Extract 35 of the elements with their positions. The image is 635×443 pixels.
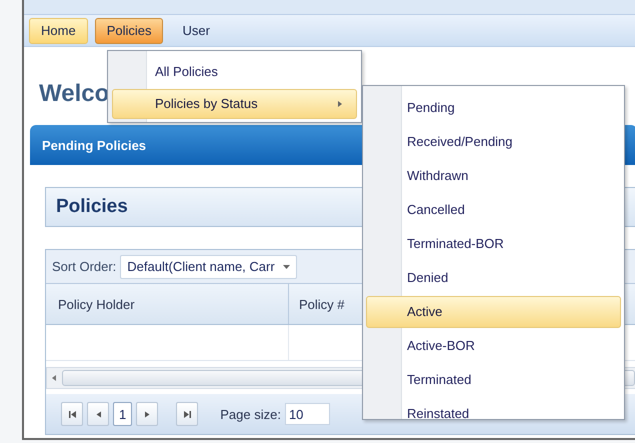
section-title: Policies [56,196,128,218]
last-page-icon [184,410,191,418]
page-size-dropdown[interactable]: 10 [284,403,330,425]
panel-title: Pending Policies [42,138,146,152]
pager-button[interactable] [136,402,158,426]
scroll-left-icon[interactable] [52,374,56,380]
menu-item[interactable]: Terminated [366,364,621,396]
menu-tab[interactable]: Policies [94,18,164,44]
pager-button[interactable] [87,402,109,426]
menu-item[interactable]: Cancelled [366,194,621,226]
pager-button[interactable] [176,402,198,426]
menu-item[interactable]: Pending [366,92,621,124]
menu-item[interactable]: Reinstated [366,398,621,430]
pager-button[interactable] [61,402,83,426]
menu-item[interactable]: All Policies [112,57,357,87]
menu-item[interactable]: Withdrawn [366,160,621,192]
page-heading: Welco [39,79,110,109]
caret-icon [282,264,290,268]
menu-tab[interactable]: User [170,18,222,44]
menu-item[interactable]: Received/Pending [366,126,621,158]
menu-item[interactable]: Active [366,296,621,328]
menu-item[interactable]: Terminated-BOR [366,228,621,260]
sort-label: Sort Order: [52,259,116,274]
menu-item[interactable]: Denied [366,262,621,294]
column-header[interactable]: Policy # [289,284,345,324]
column-header[interactable]: Policy Holder [46,284,289,324]
menu-item[interactable]: Policies by Status [112,89,357,119]
first-page-icon [68,410,76,418]
menu-item[interactable]: Active-BOR [366,330,621,362]
page-size-label: Page size: [220,406,281,422]
page-number[interactable]: 1 [113,402,132,426]
next-page-icon [144,410,151,418]
previous-page-icon [94,410,102,418]
menu-tab[interactable]: Home [29,18,88,44]
sort-order-dropdown[interactable]: Default(Client name, Carr [120,254,297,278]
